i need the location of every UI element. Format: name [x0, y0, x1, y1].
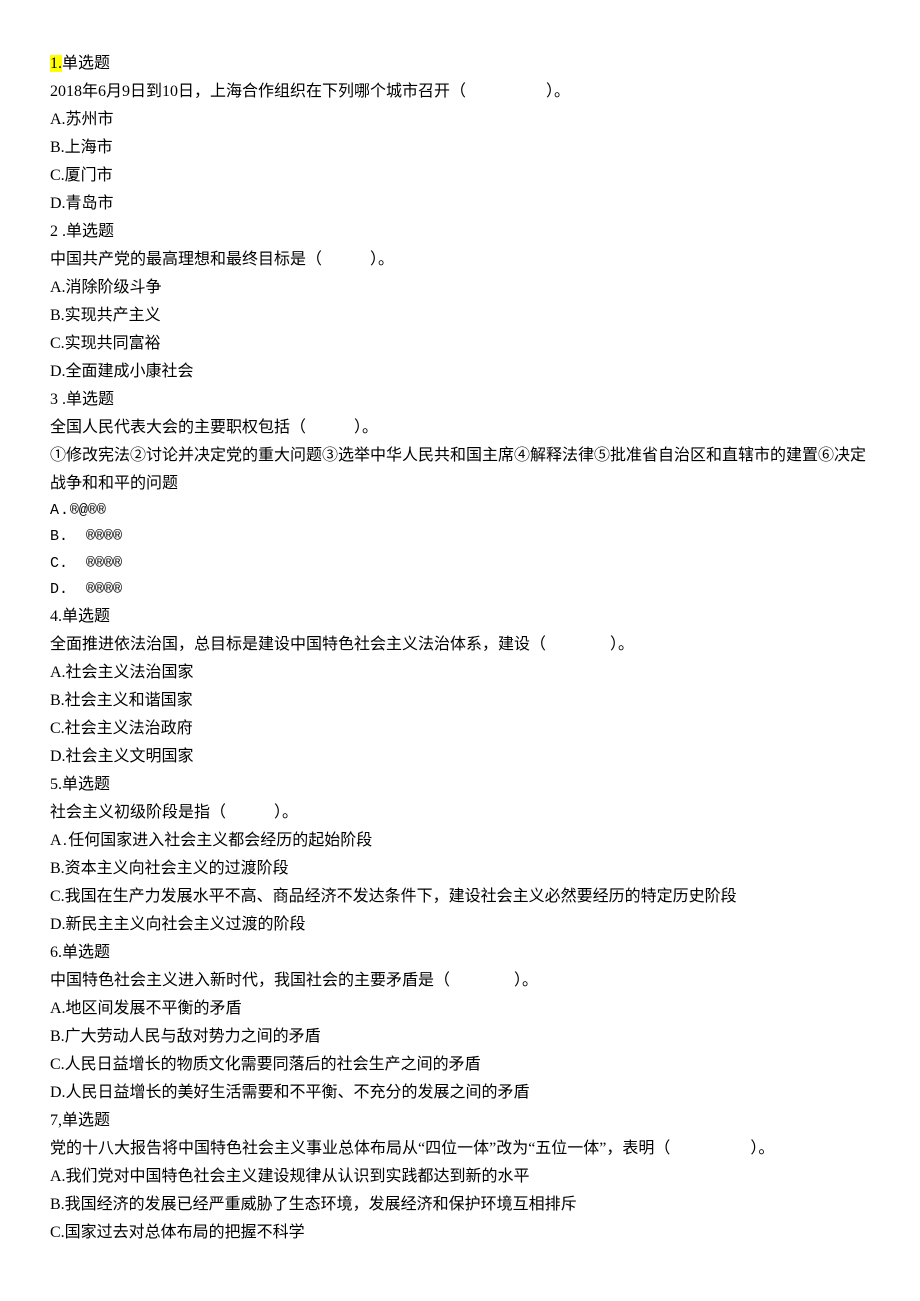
q7-label: 7,单选题	[50, 1107, 870, 1135]
q2-option-c: C.实现共同富裕	[50, 330, 870, 358]
q1-option-b: B.上海市	[50, 134, 870, 162]
q5-stem: 社会主义初级阶段是指（ ）。	[50, 799, 870, 827]
q3-supplementary: ①修改宪法②讨论并决定党的重大问题③选举中华人民共和国主席④解释法律⑤批准省自治…	[50, 442, 870, 498]
q3-option-d: D. ®®®®	[50, 577, 870, 603]
q1-option-a: A.苏州市	[50, 106, 870, 134]
q3-option-b: B. ®®®®	[50, 524, 870, 550]
q2-stem: 中国共产党的最高理想和最终目标是（ ）。	[50, 246, 870, 274]
q4-option-c: C.社会主义法治政府	[50, 715, 870, 743]
q5-option-b: B.资本主义向社会主义的过渡阶段	[50, 855, 870, 883]
q1-option-c: C.厦门市	[50, 162, 870, 190]
q2-label: 2 .单选题	[50, 218, 870, 246]
q2-option-b: B.实现共产主义	[50, 302, 870, 330]
q5-label: 5.单选题	[50, 771, 870, 799]
q5-option-a: A . 任何国家进入社会主义都会经历的起始阶段	[50, 827, 870, 855]
q6-stem: 中国特色社会主义进入新时代，我国社会的主要矛盾是（ ）。	[50, 967, 870, 995]
q4-stem: 全面推进依法治国，总目标是建设中国特色社会主义法治体系，建设（ ）。	[50, 631, 870, 659]
q4-option-b: B.社会主义和谐国家	[50, 687, 870, 715]
q6-option-d: D.人民日益增长的美好生活需要和不平衡、不充分的发展之间的矛盾	[50, 1079, 870, 1107]
q4-option-d: D.社会主义文明国家	[50, 743, 870, 771]
q3-option-a: A . ®@®®	[50, 498, 870, 524]
q2-option-d: D.全面建成小康社会	[50, 358, 870, 386]
q7-option-c: C.国家过去对总体布局的把握不科学	[50, 1219, 870, 1247]
q1-option-d: D.青岛市	[50, 190, 870, 218]
q5-option-d: D.新民主主义向社会主义过渡的阶段	[50, 911, 870, 939]
q4-label: 4.单选题	[50, 603, 870, 631]
q7-option-b: B.我国经济的发展已经严重威胁了生态环境，发展经济和保护环境互相排斥	[50, 1191, 870, 1219]
q2-option-a: A.消除阶级斗争	[50, 274, 870, 302]
q7-stem: 党的十八大报告将中国特色社会主义事业总体布局从“四位一体”改为“五位一体”，表明…	[50, 1135, 870, 1163]
q6-option-b: B.广大劳动人民与敌对势力之间的矛盾	[50, 1023, 870, 1051]
q7-option-a: A.我们党对中国特色社会主义建设规律从认识到实践都达到新的水平	[50, 1163, 870, 1191]
q1-type: 单选题	[62, 55, 110, 72]
q1-number-highlight: 1.	[50, 55, 62, 72]
q3-stem: 全国人民代表大会的主要职权包括（ ）。	[50, 414, 870, 442]
q6-option-c: C.人民日益增长的物质文化需要同落后的社会生产之间的矛盾	[50, 1051, 870, 1079]
q3-label: 3 .单选题	[50, 386, 870, 414]
q5-option-c: C.我国在生产力发展水平不高、商品经济不发达条件下，建设社会主义必然要经历的特定…	[50, 883, 870, 911]
q1-label: 1.单选题	[50, 50, 870, 78]
q6-option-a: A.地区间发展不平衡的矛盾	[50, 995, 870, 1023]
q3-option-c: C. ®®®®	[50, 551, 870, 577]
q1-stem: 2018年6月9日到10日，上海合作组织在下列哪个城市召开（ ）。	[50, 78, 870, 106]
q6-label: 6.单选题	[50, 939, 870, 967]
q4-option-a: A.社会主义法治国家	[50, 659, 870, 687]
